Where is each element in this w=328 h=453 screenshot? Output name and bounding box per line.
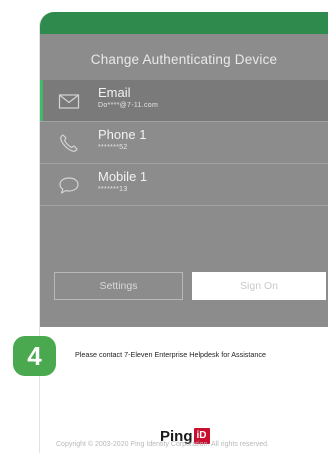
phone-icon xyxy=(60,134,78,152)
step-number-badge: 4 xyxy=(13,336,56,376)
chat-bubble-icon xyxy=(59,177,79,194)
envelope-icon xyxy=(58,94,80,109)
device-name: Phone 1 xyxy=(98,127,147,142)
panel-title: Change Authenticating Device xyxy=(90,52,278,67)
copyright-text: Copyright © 2003-2020 Ping Identity Corp… xyxy=(56,441,269,448)
device-detail: *******52 xyxy=(98,144,128,151)
device-item-phone[interactable]: Phone 1 *******52 xyxy=(40,122,328,163)
sign-on-button[interactable]: Sign On xyxy=(192,272,326,300)
divider xyxy=(40,205,328,206)
device-item-email[interactable]: Email Do****@7-11.com xyxy=(40,80,328,121)
device-item-mobile[interactable]: Mobile 1 *******13 xyxy=(40,164,328,205)
header-bar xyxy=(40,12,328,34)
device-detail: Do****@7-11.com xyxy=(98,102,159,109)
auth-card: Change Authenticating Device Email Do***… xyxy=(40,12,328,453)
assistance-text: Please contact 7-Eleven Enterprise Helpd… xyxy=(75,350,266,359)
device-name: Email xyxy=(98,85,131,100)
device-detail: *******13 xyxy=(98,186,128,193)
device-name: Mobile 1 xyxy=(98,169,148,184)
settings-button[interactable]: Settings xyxy=(54,272,183,300)
device-panel: Change Authenticating Device Email Do***… xyxy=(40,34,328,327)
